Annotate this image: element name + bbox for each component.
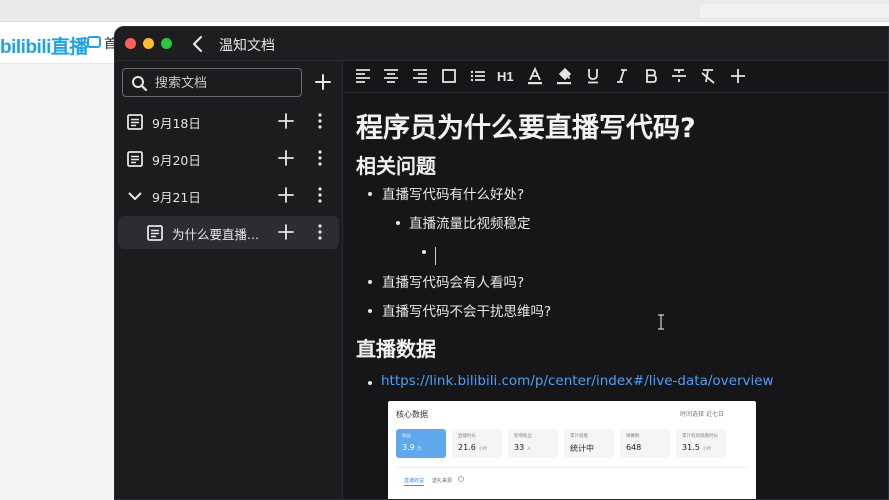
sidebar-item-why-live[interactable]: 为什么要直播... — [118, 216, 339, 249]
stat-value: 统计中 — [570, 444, 594, 453]
document-icon — [127, 151, 143, 167]
more-options-icon[interactable] — [312, 222, 328, 242]
search-input[interactable] — [155, 74, 295, 92]
stat-label: 收益 — [402, 434, 411, 439]
stat-label: 累计有效观看时长 — [682, 434, 718, 439]
search-box[interactable] — [122, 68, 302, 97]
more-options-icon[interactable] — [312, 111, 328, 131]
align-right-icon[interactable] — [411, 67, 431, 87]
stat-card: 弹幕数 648 — [620, 429, 670, 458]
plus-icon[interactable] — [729, 67, 749, 87]
browser-tab[interactable] — [700, 4, 889, 18]
stat-value: 21.6 小时 — [458, 443, 488, 452]
bullet — [396, 221, 400, 225]
sidebar-item-sep18[interactable]: 9月18日 — [118, 105, 339, 138]
stat-card: 新增粉丝 33 人 — [508, 429, 558, 458]
stat-value: 648 — [626, 443, 642, 452]
title-bar: 温知文档 — [115, 27, 888, 61]
sidebar-item-label: 9月18日 — [152, 116, 201, 131]
time-filter-label: 时间选择 — [680, 411, 705, 418]
active-tab-underline — [404, 485, 424, 486]
time-filter-value: 近七日 — [705, 411, 724, 418]
underline-icon[interactable] — [584, 67, 604, 87]
tab-gift-source: 送礼来源 — [432, 478, 453, 484]
sidebar-item-sep21[interactable]: 9月21日 — [118, 179, 339, 212]
add-child-button[interactable] — [276, 185, 296, 205]
list-item: 直播写代码不会干扰思维吗? — [382, 304, 552, 320]
bullet — [422, 250, 426, 254]
plus-icon — [315, 74, 331, 90]
section-heading: 直播数据 — [356, 337, 436, 361]
divider — [396, 467, 748, 468]
font-color-icon[interactable] — [526, 67, 546, 87]
more-options-icon[interactable] — [312, 185, 328, 205]
sidebar-item-label: 9月21日 — [152, 190, 201, 205]
search-icon — [132, 76, 148, 92]
add-child-button[interactable] — [276, 222, 296, 242]
embedded-screenshot: 核心数据 时间选择 近七日 收益 3.9 元 直播时长 21.6 小时 新增粉丝… — [388, 401, 756, 499]
text-cursor — [435, 247, 436, 265]
stat-card: 累计观看 统计中 — [564, 429, 614, 458]
stat-value: 31.5 小时 — [682, 443, 712, 452]
core-data-title: 核心数据 — [396, 410, 428, 419]
tab-live-revenue: 直播收益 — [404, 478, 425, 484]
close-window-button[interactable] — [125, 38, 136, 49]
chevron-down-icon[interactable] — [126, 187, 144, 205]
editor-pane: H1 程序员为什么要直播写代码? 相关问题 直播写代码有什么好处? 直播流量比视… — [344, 61, 888, 499]
back-arrow-icon[interactable] — [189, 33, 207, 55]
stat-label: 弹幕数 — [626, 434, 640, 439]
time-filter: 时间选择 近七日 — [680, 409, 724, 418]
add-child-button[interactable] — [276, 148, 296, 168]
ibeam-cursor-icon — [658, 314, 664, 330]
stat-label: 直播时长 — [458, 434, 476, 439]
window-title: 温知文档 — [219, 38, 275, 54]
document-title: 程序员为什么要直播写代码? — [356, 113, 696, 144]
bullet — [368, 280, 372, 284]
live-data-link[interactable]: https://link.bilibili.com/p/center/index… — [381, 373, 774, 389]
sidebar: 9月18日 9月20日 9月21日 为什么要直播... — [115, 61, 343, 499]
help-icon — [458, 476, 464, 482]
strikethrough-icon[interactable] — [670, 67, 690, 87]
bullet-list-icon[interactable] — [469, 67, 489, 87]
stat-card: 直播时长 21.6 小时 — [452, 429, 502, 458]
document-icon — [127, 114, 143, 130]
stat-card: 累计有效观看时长 31.5 小时 — [676, 429, 726, 458]
bilibili-live-logo[interactable]: bilibili直播 — [0, 32, 88, 59]
bullet — [368, 309, 372, 313]
sidebar-item-label: 为什么要直播... — [172, 227, 259, 242]
tv-icon — [87, 36, 101, 48]
app-window: 温知文档 9月18日 9月20日 9月21日 — [114, 26, 889, 500]
document-icon — [147, 225, 163, 241]
list-item: 直播写代码有什么好处? — [382, 187, 525, 203]
highlight-icon[interactable] — [555, 67, 575, 87]
stat-value: 33 人 — [514, 443, 532, 452]
heading-1-button[interactable]: H1 — [497, 69, 517, 89]
italic-icon[interactable] — [613, 67, 633, 87]
document-content[interactable]: 程序员为什么要直播写代码? 相关问题 直播写代码有什么好处? 直播流量比视频稳定… — [344, 93, 888, 499]
sidebar-item-label: 9月20日 — [152, 153, 201, 168]
sidebar-item-sep20[interactable]: 9月20日 — [118, 142, 339, 175]
list-item: 直播流量比视频稳定 — [409, 216, 531, 232]
section-heading: 相关问题 — [356, 154, 436, 178]
box-icon[interactable] — [440, 67, 460, 87]
add-document-button[interactable] — [312, 71, 334, 93]
bullet — [368, 192, 372, 196]
stat-value: 3.9 元 — [402, 443, 422, 452]
bold-icon[interactable] — [642, 67, 662, 87]
stat-label: 新增粉丝 — [514, 434, 532, 439]
maximize-window-button[interactable] — [161, 38, 172, 49]
clear-format-icon[interactable] — [699, 67, 719, 87]
list-item: 直播写代码会有人看吗? — [382, 275, 525, 291]
format-toolbar: H1 — [344, 61, 888, 93]
minimize-window-button[interactable] — [143, 38, 154, 49]
more-options-icon[interactable] — [312, 148, 328, 168]
align-left-icon[interactable] — [354, 67, 374, 87]
add-child-button[interactable] — [276, 111, 296, 131]
stat-label: 累计观看 — [570, 434, 588, 439]
stat-card: 收益 3.9 元 — [396, 429, 446, 458]
bullet — [368, 381, 372, 385]
align-center-icon[interactable] — [382, 67, 402, 87]
